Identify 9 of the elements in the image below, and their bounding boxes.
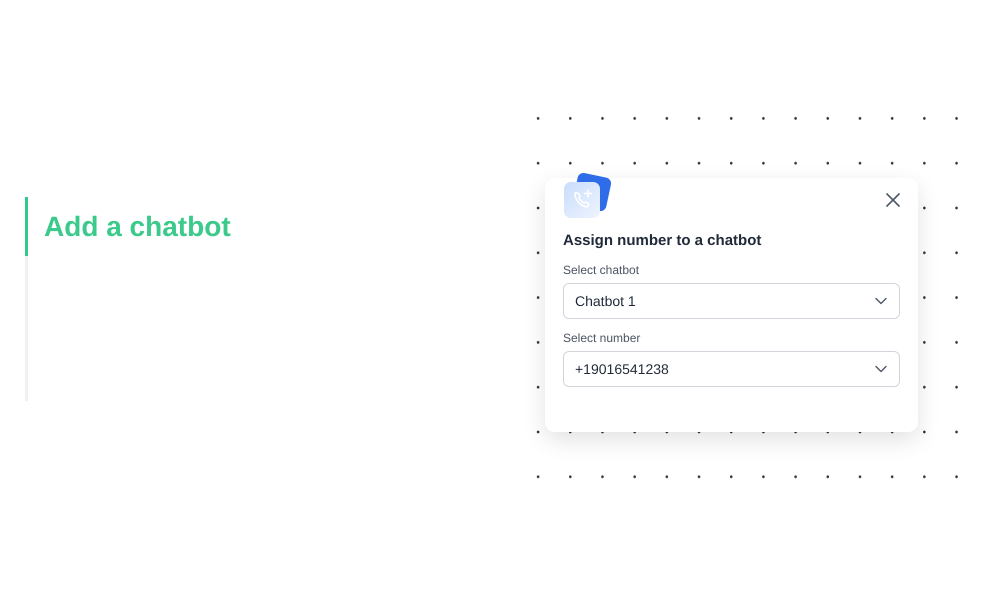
close-button[interactable] bbox=[886, 193, 900, 207]
step-title: Add a chatbot bbox=[44, 211, 231, 244]
chevron-down-icon bbox=[875, 365, 887, 373]
dialog-title: Assign number to a chatbot bbox=[563, 232, 762, 249]
field-label: Select chatbot bbox=[563, 263, 640, 277]
select-field[interactable]: Chatbot 1 bbox=[563, 283, 900, 319]
field-label: Select number bbox=[563, 331, 642, 345]
select-field[interactable]: +19016541238 bbox=[563, 351, 900, 387]
chevron-down-icon bbox=[875, 297, 887, 305]
